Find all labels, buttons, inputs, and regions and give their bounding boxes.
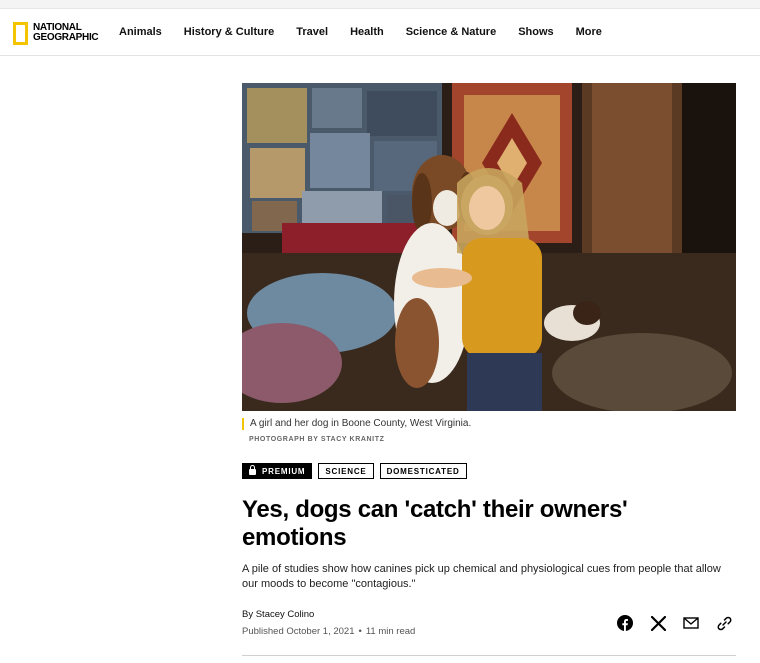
article-headline: Yes, dogs can 'catch' their owners' emot… [242,496,628,551]
article-divider [242,655,736,656]
x-icon [650,615,666,631]
site-header: NATIONAL GEOGRAPHIC Animals History & Cu… [0,10,760,56]
tag-premium-label: PREMIUM [262,466,306,476]
nav-item-animals[interactable]: Animals [119,26,162,38]
email-share-button[interactable] [681,613,701,633]
lock-icon [249,465,256,475]
separator-dot: • [358,626,362,637]
browser-top-strip [0,0,760,9]
facebook-icon [617,615,633,631]
read-time: 11 min read [365,626,416,637]
tag-domesticated[interactable]: DOMESTICATED [379,463,467,479]
tag-list: PREMIUM SCIENCE DOMESTICATED [242,463,473,479]
yellow-border-icon [13,21,28,45]
publish-date: Published October 1, 2021 [242,626,355,637]
publish-info: Published October 1, 2021 • 11 min read [242,626,415,637]
byline[interactable]: By Stacey Colino [242,609,314,620]
article-dek: A pile of studies show how canines pick … [242,563,721,590]
photo-caption: A girl and her dog in Boone County, West… [242,418,471,430]
tag-premium[interactable]: PREMIUM [242,463,313,479]
hero-photo [242,83,736,411]
nav-item-more[interactable]: More [576,26,602,38]
nav-item-shows[interactable]: Shows [518,26,553,38]
hero-photo-illustration [242,83,736,411]
link-icon [717,616,731,630]
copy-link-button[interactable] [714,613,734,633]
share-bar [615,613,734,633]
nav-item-history-culture[interactable]: History & Culture [184,26,274,38]
logo-line-2: GEOGRAPHIC [33,32,99,43]
mail-icon [683,617,699,629]
nav-item-science-nature[interactable]: Science & Nature [406,26,496,38]
facebook-share-button[interactable] [615,613,635,633]
tag-science[interactable]: SCIENCE [318,463,374,479]
nav-item-health[interactable]: Health [350,26,384,38]
natgeo-logo[interactable]: NATIONAL GEOGRAPHIC [13,20,99,46]
x-share-button[interactable] [648,613,668,633]
main-nav: Animals History & Culture Travel Health … [119,26,624,38]
nav-item-travel[interactable]: Travel [296,26,328,38]
photo-credit: PHOTOGRAPH BY STACY KRANITZ [249,436,385,443]
